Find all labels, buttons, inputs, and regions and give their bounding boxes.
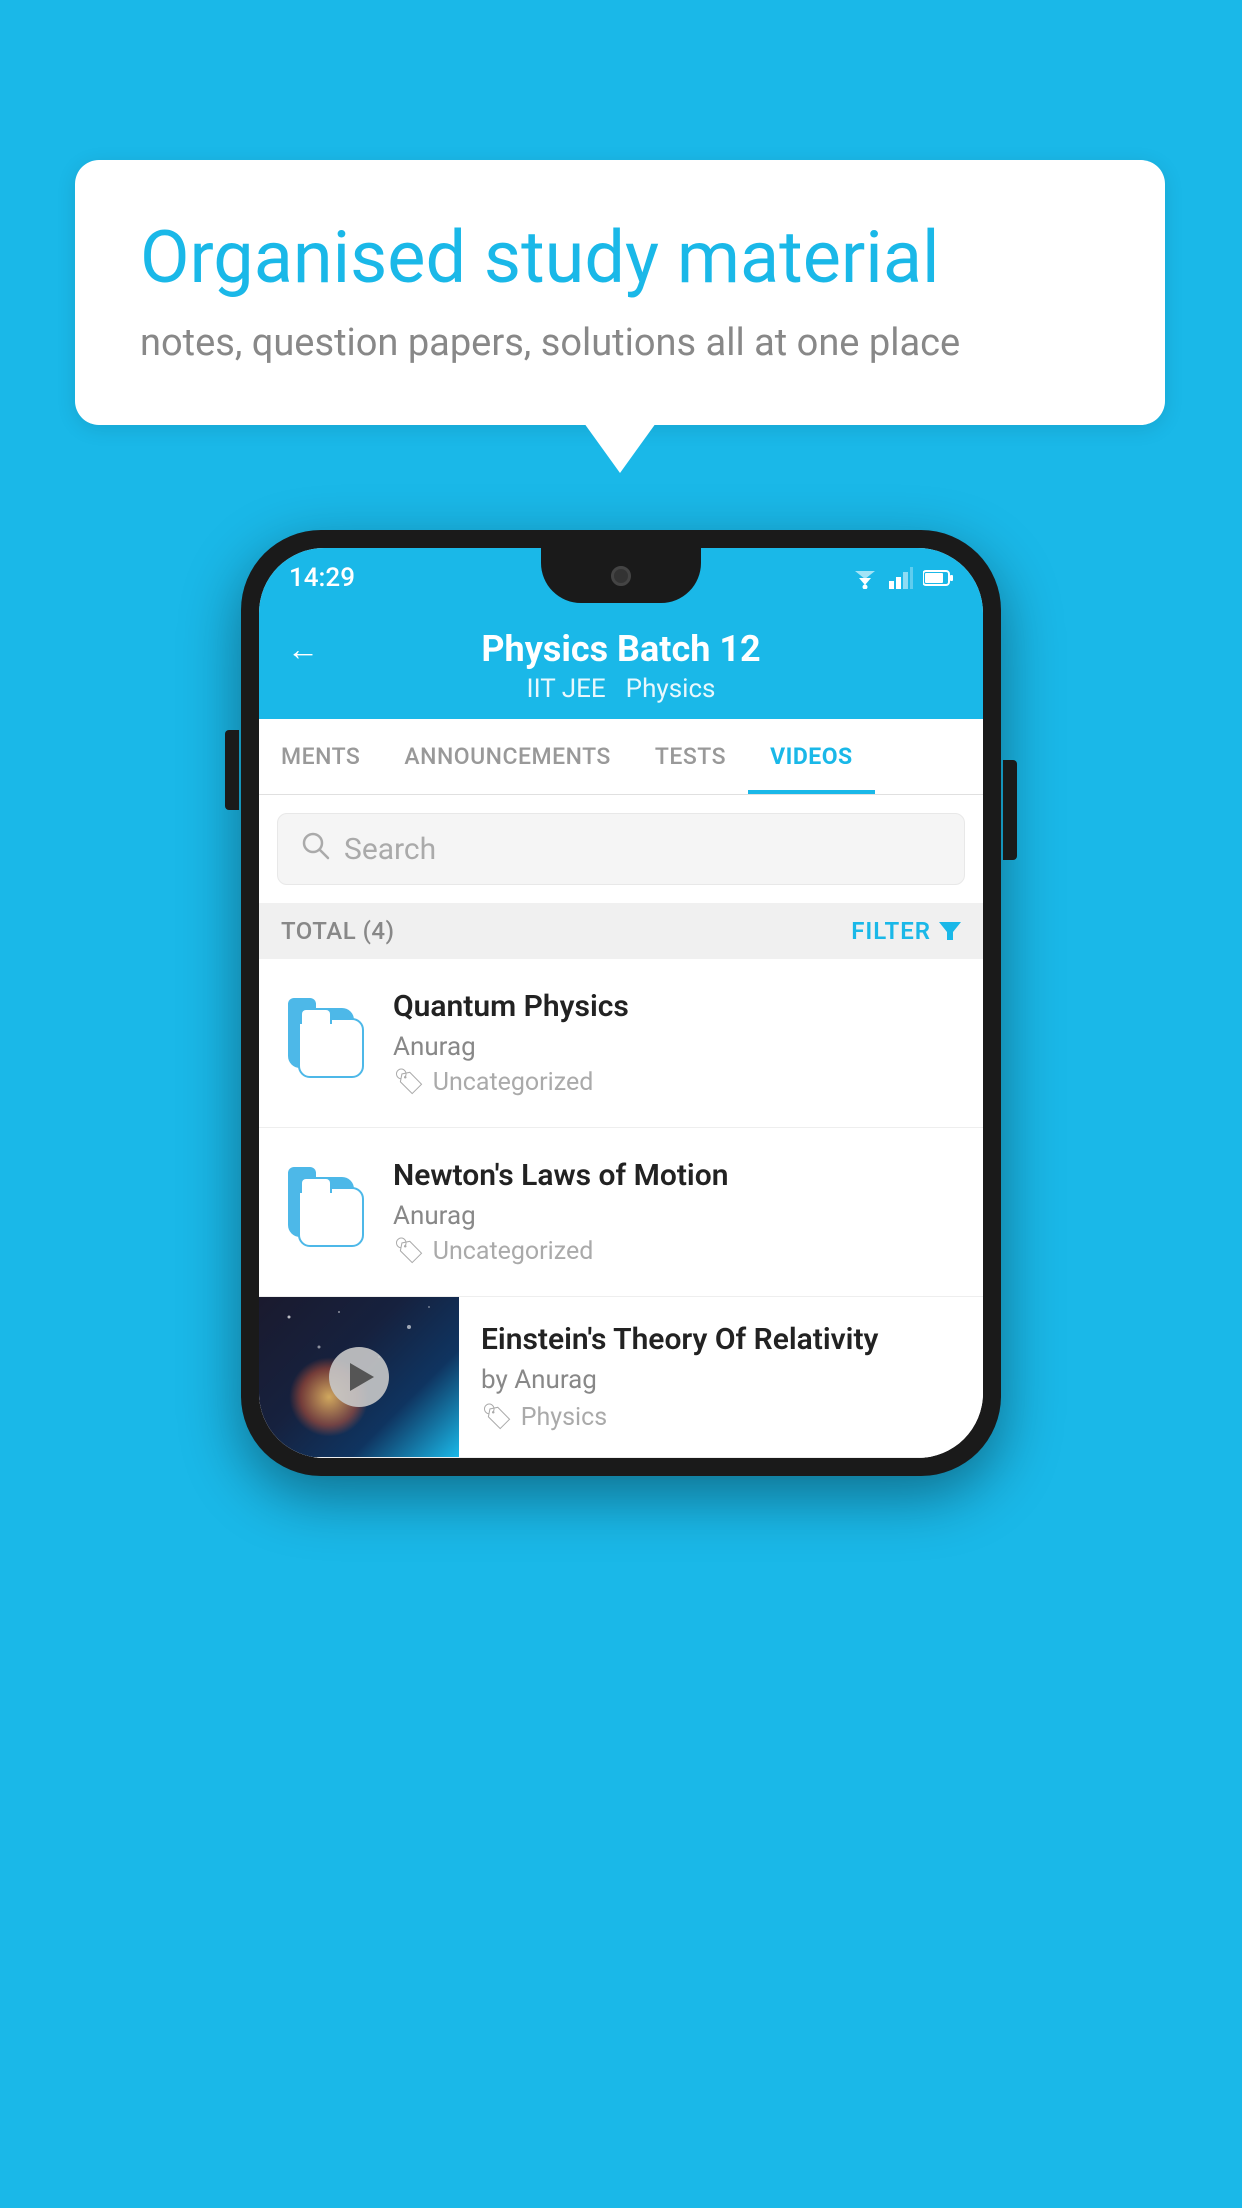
folder-icon [288,1008,364,1078]
speech-bubble: Organised study material notes, question… [75,160,1165,425]
notch [541,548,701,603]
video-tag: 🏷 Uncategorized [393,1068,961,1097]
header-subtitle-1: IIT JEE [527,674,606,704]
header-subtitle-2: Physics [626,674,716,704]
tag-label: Physics [521,1403,607,1432]
play-triangle [350,1363,374,1391]
video-author: by Anurag [481,1365,961,1395]
video-info: Einstein's Theory Of Relativity by Anura… [459,1297,983,1457]
video-author: Anurag [393,1201,961,1231]
status-icons [851,567,953,589]
app-header: ← Physics Batch 12 IIT JEE Physics [259,608,983,719]
filter-icon [939,920,961,942]
filter-button[interactable]: FILTER [851,917,961,945]
folder-icon [288,1177,364,1247]
back-button[interactable]: ← [287,630,319,668]
video-list: Quantum Physics Anurag 🏷 Uncategorized [259,959,983,1458]
tabs-bar: MENTS ANNOUNCEMENTS TESTS VIDEOS [259,719,983,795]
play-button[interactable] [329,1347,389,1407]
video-info: Newton's Laws of Motion Anurag 🏷 Uncateg… [393,1158,961,1266]
status-bar: 14:29 [259,548,983,608]
tag-label: Uncategorized [433,1068,594,1097]
video-thumb [281,998,371,1088]
signal-icon [889,567,913,589]
video-thumbnail [259,1297,459,1457]
tag-icon: 🏷 [393,1068,425,1097]
header-title: Physics Batch 12 [481,628,760,670]
speech-bubble-title: Organised study material [140,215,1100,301]
phone-outer: 14:29 [241,530,1001,1476]
speech-bubble-subtitle: notes, question papers, solutions all at… [140,321,1100,365]
header-subtitle: IIT JEE Physics [527,674,716,704]
list-item[interactable]: Quantum Physics Anurag 🏷 Uncategorized [259,959,983,1128]
list-item[interactable]: Newton's Laws of Motion Anurag 🏷 Uncateg… [259,1128,983,1297]
status-time: 14:29 [289,563,355,593]
video-info: Quantum Physics Anurag 🏷 Uncategorized [393,989,961,1097]
video-title: Einstein's Theory Of Relativity [481,1322,961,1357]
video-author: Anurag [393,1032,961,1062]
video-title: Quantum Physics [393,989,961,1024]
tag-icon: 🏷 [393,1237,425,1266]
tab-announcements[interactable]: ANNOUNCEMENTS [382,719,632,794]
tab-videos[interactable]: VIDEOS [748,719,875,794]
battery-icon [923,569,953,587]
phone-wrapper: 14:29 [241,530,1001,1476]
search-bar[interactable]: Search [277,813,965,885]
list-item[interactable]: Einstein's Theory Of Relativity by Anura… [259,1297,983,1458]
filter-bar: TOTAL (4) FILTER [259,903,983,959]
tab-tests[interactable]: TESTS [633,719,748,794]
filter-label: FILTER [851,917,931,945]
video-title: Newton's Laws of Motion [393,1158,961,1193]
camera [611,566,631,586]
phone-screen: 14:29 [259,548,983,1458]
tab-ments[interactable]: MENTS [259,719,382,794]
tag-label: Uncategorized [433,1237,594,1266]
video-tag: 🏷 Physics [481,1403,961,1432]
total-label: TOTAL (4) [281,917,394,945]
search-placeholder: Search [344,832,436,867]
search-icon [300,830,330,868]
tag-icon: 🏷 [481,1403,513,1432]
wifi-icon [851,567,879,589]
video-tag: 🏷 Uncategorized [393,1237,961,1266]
video-thumb [281,1167,371,1257]
